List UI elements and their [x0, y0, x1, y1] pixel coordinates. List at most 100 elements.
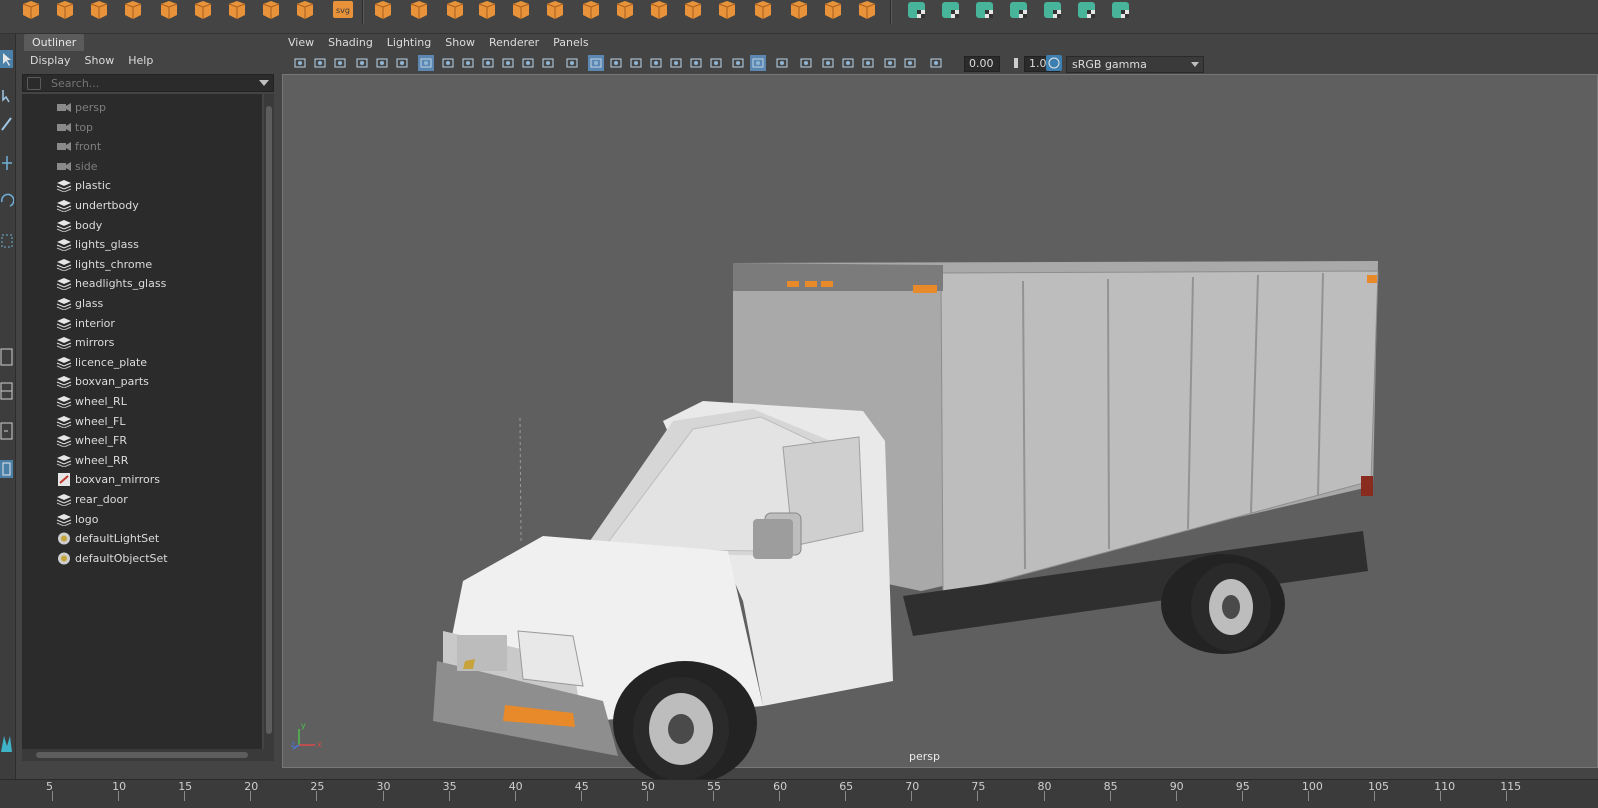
exposure-field[interactable]: 0.00 [964, 56, 1000, 72]
outliner-item-glass[interactable]: glass [22, 294, 262, 313]
create-svg-icon[interactable]: svg [330, 0, 356, 20]
cylindrical-map-icon[interactable] [972, 0, 998, 20]
outliner-item-wheel-rr[interactable]: wheel_RR [22, 451, 262, 470]
color-management-icon[interactable] [1046, 55, 1062, 71]
append-icon[interactable] [646, 0, 672, 20]
automatic-map-icon[interactable] [1040, 0, 1066, 20]
depth-of-field-icon[interactable] [750, 55, 766, 71]
bevel-icon[interactable] [542, 0, 568, 20]
safe-action-icon[interactable] [520, 55, 536, 71]
isolate-select-icon[interactable] [774, 55, 790, 71]
mirror-icon[interactable] [854, 0, 880, 20]
outliner-menu-display[interactable]: Display [30, 51, 71, 71]
xray-active-icon[interactable] [820, 55, 836, 71]
outliner-item-lights-chrome[interactable]: lights_chrome [22, 255, 262, 274]
create-cone-icon[interactable] [120, 0, 146, 20]
create-pipe-icon[interactable] [258, 0, 284, 20]
search-filter-toggle-icon[interactable] [27, 77, 41, 90]
grease-pencil-icon[interactable] [394, 55, 410, 71]
viewport-menu-lighting[interactable]: Lighting [387, 34, 431, 52]
separate-icon[interactable] [406, 0, 432, 20]
outliner-item-persp[interactable]: persp [22, 98, 262, 117]
booleans-icon[interactable] [474, 0, 500, 20]
create-cube-icon[interactable] [52, 0, 78, 20]
ambient-occlusion-icon[interactable] [688, 55, 704, 71]
extract-icon[interactable] [442, 0, 468, 20]
combine-icon[interactable] [370, 0, 396, 20]
create-cylinder-icon[interactable] [86, 0, 112, 20]
create-prism-icon[interactable] [224, 0, 250, 20]
triangulate-icon[interactable] [786, 0, 812, 20]
two-pane-layout-icon[interactable] [0, 380, 14, 402]
paint-tool-icon[interactable] [0, 112, 14, 134]
outliner-layout-icon[interactable] [0, 420, 14, 442]
outliner-item-body[interactable]: body [22, 216, 262, 235]
camera-select-icon[interactable] [292, 55, 308, 71]
quadrangulate-icon[interactable] [820, 0, 846, 20]
wireframe-on-shaded-icon[interactable] [608, 55, 624, 71]
hud-icon[interactable] [882, 55, 898, 71]
outliner-item-rear-door[interactable]: rear_door [22, 490, 262, 509]
viewport-menu-show[interactable]: Show [445, 34, 475, 52]
outliner-tab[interactable]: Outliner [24, 34, 85, 51]
outliner-item-wheel-fr[interactable]: wheel_FR [22, 431, 262, 450]
safe-title-icon[interactable] [540, 55, 556, 71]
outliner-item-logo[interactable]: logo [22, 510, 262, 529]
outliner-horizontal-scrollbar[interactable] [22, 749, 274, 761]
spherical-map-icon[interactable] [1006, 0, 1032, 20]
smooth-shade-icon[interactable] [588, 55, 604, 71]
outliner-item-plastic[interactable]: plastic [22, 176, 262, 195]
exposure-icon[interactable] [928, 55, 944, 71]
create-torus-icon[interactable] [190, 0, 216, 20]
outliner-item-boxvan-parts[interactable]: boxvan_parts [22, 372, 262, 391]
scrollbar-thumb[interactable] [266, 106, 272, 734]
bridge-icon[interactable] [578, 0, 604, 20]
camera-attributes-icon[interactable] [332, 55, 348, 71]
backface-culling-icon[interactable] [860, 55, 876, 71]
lasso-tool-icon[interactable] [0, 84, 14, 106]
motion-blur-icon[interactable] [708, 55, 724, 71]
image-plane-icon[interactable] [354, 55, 370, 71]
gamma-icon[interactable] [1006, 55, 1022, 71]
outliner-item-front[interactable]: front [22, 137, 262, 156]
outliner-item-undertbody[interactable]: undertbody [22, 196, 262, 215]
anti-aliasing-icon[interactable] [730, 55, 746, 71]
viewport-menu-view[interactable]: View [288, 34, 314, 52]
target-weld-icon[interactable] [714, 0, 740, 20]
grid-icon[interactable] [418, 55, 434, 71]
create-sphere-icon[interactable] [18, 0, 44, 20]
create-plane-icon[interactable] [156, 0, 182, 20]
viewport-menu-renderer[interactable]: Renderer [489, 34, 539, 52]
outliner-item-boxvan-mirrors[interactable]: boxvan_mirrors [22, 470, 262, 489]
outliner-item-side[interactable]: side [22, 157, 262, 176]
single-pane-layout-icon[interactable] [0, 346, 14, 368]
film-gate-icon[interactable] [440, 55, 456, 71]
create-helix-icon[interactable] [292, 0, 318, 20]
colorspace-dropdown[interactable]: sRGB gamma [1066, 56, 1204, 73]
outliner-item-wheel-fl[interactable]: wheel_FL [22, 412, 262, 431]
xray-icon[interactable] [798, 55, 814, 71]
3d-viewport[interactable]: y x z persp [282, 74, 1598, 785]
outliner-item-mirrors[interactable]: mirrors [22, 333, 262, 352]
graph-layout-icon[interactable] [0, 458, 14, 480]
use-all-lights-icon[interactable] [648, 55, 664, 71]
multi-cut-icon[interactable] [680, 0, 706, 20]
outliner-item-licence-plate[interactable]: licence_plate [22, 353, 262, 372]
planar-map-icon[interactable] [938, 0, 964, 20]
2d-pan-zoom-icon[interactable] [374, 55, 390, 71]
scale-tool-icon[interactable] [0, 230, 14, 252]
textured-icon[interactable] [628, 55, 644, 71]
scrollbar-thumb[interactable] [36, 752, 248, 758]
outliner-menu-help[interactable]: Help [128, 51, 153, 71]
resolution-gate-icon[interactable] [460, 55, 476, 71]
xray-joints-icon[interactable] [840, 55, 856, 71]
move-tool-icon[interactable] [0, 152, 14, 174]
outliner-item-top[interactable]: top [22, 118, 262, 137]
time-slider[interactable]: 5 10 15 20 25 30 35 40 45 50 55 60 65 70 75 80 85 90 95 100… [0, 779, 1598, 808]
wireframe-icon[interactable] [564, 55, 580, 71]
lock-camera-icon[interactable] [312, 55, 328, 71]
outliner-vertical-scrollbar[interactable] [264, 94, 274, 754]
fill-hole-icon[interactable] [750, 0, 776, 20]
shadows-icon[interactable] [668, 55, 684, 71]
unfold-uv-icon[interactable] [1074, 0, 1100, 20]
